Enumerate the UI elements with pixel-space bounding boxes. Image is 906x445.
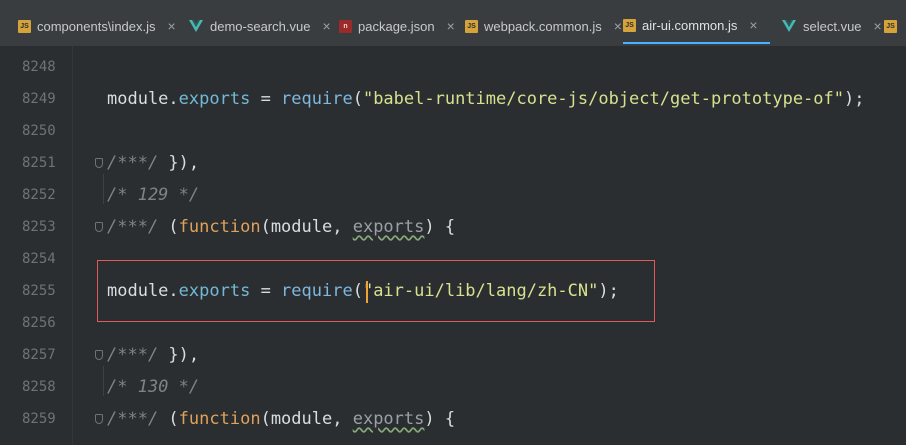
code-comment: /***/	[107, 217, 159, 237]
code-params-open: (	[260, 409, 271, 429]
tab-webpack-common-js[interactable]: JS webpack.common.js ×	[465, 8, 622, 44]
tab-label: air-ui.common.js	[642, 17, 738, 33]
editor-tab-bar: JS components\index.js × demo-search.vue…	[0, 0, 906, 47]
line-number: 8250	[22, 123, 56, 139]
fold-icon[interactable]	[95, 158, 103, 168]
fold-icon[interactable]	[95, 414, 103, 424]
line-number: 8259	[22, 411, 56, 427]
tab-demo-search-vue[interactable]: demo-search.vue ×	[188, 8, 331, 44]
code-line-8257: 8257 /***/ }),	[0, 339, 906, 371]
line-number: 8249	[22, 91, 56, 107]
code-param-exports: exports	[352, 409, 425, 429]
javascript-file-icon: JS	[18, 19, 31, 33]
code-line-8259: 8259 /***/ (function(module, exports) {	[0, 403, 906, 435]
line-number: 8258	[22, 379, 56, 395]
close-icon[interactable]: ×	[874, 19, 882, 33]
line-number: 8251	[22, 155, 56, 171]
code-param-module: module	[270, 217, 333, 237]
tab-label: select.vue	[803, 18, 862, 34]
code-object: module	[107, 89, 169, 109]
line-number: 8252	[22, 187, 56, 203]
code-editor[interactable]: 8248 8249 module.exports = require("babe…	[0, 46, 906, 445]
tab-label: components\index.js	[37, 18, 156, 34]
code-rest: }),	[158, 153, 200, 173]
code-line-8252: 8252 /* 129 */	[0, 179, 906, 211]
code-rest: }),	[158, 345, 200, 365]
code-equals: =	[250, 89, 282, 109]
code-string: "babel-runtime/core-js/object/get-protot…	[362, 89, 844, 109]
tab-label: package.json	[358, 18, 435, 34]
code-line-8253: 8253 /***/ (function(module, exports) {	[0, 211, 906, 243]
code-keyword: function	[178, 217, 261, 237]
tab-label: webpack.common.js	[484, 18, 602, 34]
code-function: require	[281, 89, 353, 109]
vue-file-icon	[781, 19, 797, 33]
fold-icon[interactable]	[95, 222, 103, 232]
line-number: 8257	[22, 347, 56, 363]
text-caret	[366, 281, 368, 303]
code-line-8258: 8258 /* 130 */	[0, 371, 906, 403]
tab-package-json[interactable]: n package.json ×	[339, 8, 455, 44]
code-params-close: ) {	[424, 217, 456, 237]
code-comment: /***/	[107, 153, 159, 173]
code-comment: /* 130 */	[107, 377, 200, 397]
code-comment: /***/	[107, 409, 159, 429]
tab-overflow[interactable]: JS	[884, 8, 897, 44]
line-number: 8248	[22, 59, 56, 75]
line-number: 8254	[22, 251, 56, 267]
line-number: 8253	[22, 219, 56, 235]
close-icon[interactable]: ×	[749, 18, 757, 32]
highlight-box	[97, 260, 655, 322]
code-open: (	[158, 409, 179, 429]
code-comment: /* 129 */	[107, 185, 200, 205]
javascript-file-icon: JS	[623, 18, 636, 32]
code-text: /* 129 */	[107, 179, 199, 211]
code-dot: .	[168, 89, 179, 109]
code-open: (	[158, 217, 179, 237]
code-params-open: (	[260, 217, 271, 237]
javascript-file-icon: JS	[884, 19, 897, 33]
code-comma: ,	[332, 409, 353, 429]
code-text: /***/ (function(module, exports) {	[107, 403, 455, 435]
code-param-module: module	[270, 409, 333, 429]
code-property: exports	[178, 89, 251, 109]
close-icon[interactable]: ×	[168, 19, 176, 33]
close-icon[interactable]: ×	[322, 19, 330, 33]
tab-air-ui-common-js[interactable]: JS air-ui.common.js ×	[623, 8, 770, 44]
code-param-exports: exports	[352, 217, 425, 237]
vue-file-icon	[188, 19, 204, 33]
code-keyword: function	[178, 409, 261, 429]
tab-components-index-js[interactable]: JS components\index.js ×	[18, 8, 176, 44]
code-line-8248: 8248	[0, 51, 906, 83]
code-text: /* 130 */	[107, 371, 199, 403]
code-text: module.exports = require("babel-runtime/…	[107, 83, 864, 115]
code-comma: ,	[332, 217, 353, 237]
code-text: /***/ }),	[107, 339, 199, 371]
json-file-icon: n	[339, 19, 352, 33]
tab-select-vue[interactable]: select.vue ×	[781, 8, 882, 44]
tab-label: demo-search.vue	[210, 18, 311, 34]
code-comment: /***/	[107, 345, 159, 365]
code-text: /***/ }),	[107, 147, 199, 179]
code-close: );	[844, 89, 865, 109]
code-open: (	[352, 89, 363, 109]
code-line-8251: 8251 /***/ }),	[0, 147, 906, 179]
code-text: /***/ (function(module, exports) {	[107, 211, 455, 243]
code-line-8250: 8250	[0, 115, 906, 147]
code-params-close: ) {	[424, 409, 456, 429]
line-number: 8255	[22, 283, 56, 299]
javascript-file-icon: JS	[465, 19, 478, 33]
code-line-8249: 8249 module.exports = require("babel-run…	[0, 83, 906, 115]
line-number: 8256	[22, 315, 56, 331]
fold-icon[interactable]	[95, 350, 103, 360]
close-icon[interactable]: ×	[614, 19, 622, 33]
close-icon[interactable]: ×	[447, 19, 455, 33]
